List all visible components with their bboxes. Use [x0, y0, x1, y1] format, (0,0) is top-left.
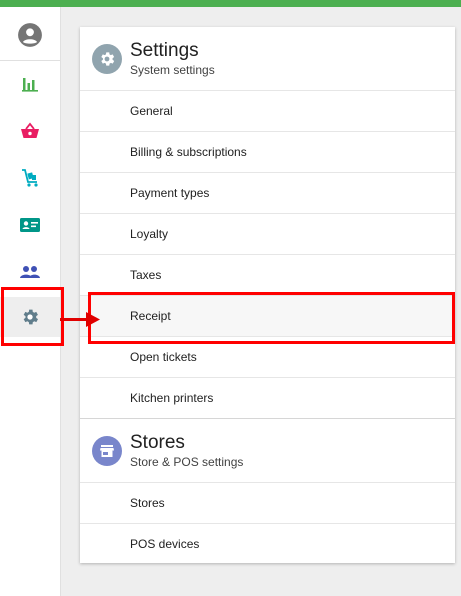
stores-subtitle: Store & POS settings [130, 455, 244, 469]
account-button[interactable] [0, 15, 60, 55]
settings-subtitle: System settings [130, 63, 215, 77]
settings-item-label: Payment types [130, 186, 210, 200]
items-basket-icon [21, 122, 39, 138]
sidebar-item-employees[interactable] [0, 205, 60, 245]
settings-item-label: Taxes [130, 268, 162, 282]
settings-item-kitchen-printers[interactable]: Kitchen printers [80, 377, 455, 418]
sidebar-divider [0, 60, 60, 61]
account-icon [18, 23, 42, 47]
sidebar-item-reports[interactable] [0, 64, 60, 104]
settings-item-label: Billing & subscriptions [130, 145, 247, 159]
settings-item-general[interactable]: General [80, 90, 455, 131]
stores-item-label: POS devices [130, 537, 200, 551]
top-accent-bar [0, 0, 461, 7]
settings-item-taxes[interactable]: Taxes [80, 254, 455, 295]
settings-item-loyalty[interactable]: Loyalty [80, 213, 455, 254]
customers-people-icon [20, 266, 40, 278]
inventory-cart-icon [22, 169, 38, 187]
settings-header-gear-icon [92, 44, 122, 74]
receipt-highlight-box [88, 292, 455, 344]
reports-icon [22, 78, 38, 92]
settings-item-label: Loyalty [130, 227, 169, 241]
stores-item-pos-devices[interactable]: POS devices [80, 523, 455, 564]
settings-item-label: Open tickets [130, 350, 197, 364]
employees-card-icon [20, 218, 40, 232]
settings-highlight-box [1, 287, 64, 346]
settings-item-label: Kitchen printers [130, 391, 214, 405]
settings-item-label: General [130, 104, 173, 118]
stores-section-header: Stores Store & POS settings [80, 419, 455, 483]
settings-title: Settings [130, 40, 199, 61]
sidebar-item-inventory[interactable] [0, 158, 60, 198]
annotation-arrow-icon [86, 312, 100, 327]
stores-item-stores[interactable]: Stores [80, 482, 455, 523]
stores-item-label: Stores [130, 496, 165, 510]
store-icon [92, 436, 122, 466]
stores-title: Stores [130, 432, 185, 453]
sidebar-item-items[interactable] [0, 111, 60, 151]
settings-item-payment-types[interactable]: Payment types [80, 172, 455, 213]
settings-item-billing[interactable]: Billing & subscriptions [80, 131, 455, 172]
settings-section-header: Settings System settings [80, 27, 455, 91]
sidebar-item-customers[interactable] [0, 252, 60, 292]
